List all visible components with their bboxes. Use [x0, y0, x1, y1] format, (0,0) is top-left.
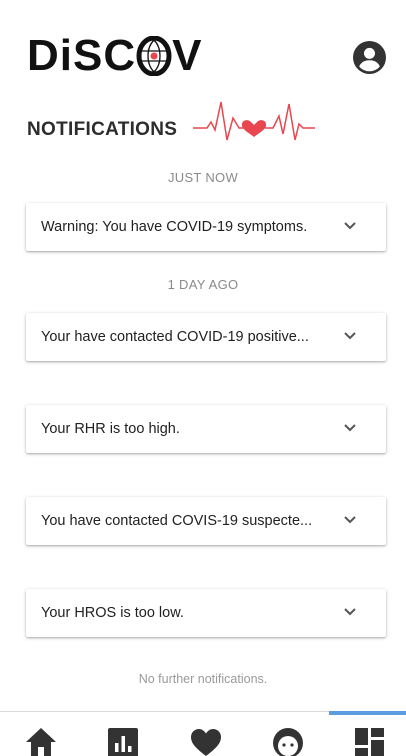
- notification-text: You have contacted COVIS-19 suspecte...: [41, 513, 313, 529]
- logo-globe-icon: [136, 36, 172, 76]
- title-row: NOTIFICATIONS: [27, 100, 387, 155]
- chevron-down-icon[interactable]: [342, 330, 358, 342]
- app-logo: DiSC V: [27, 33, 202, 79]
- logo-text-right: V: [172, 31, 203, 80]
- section-label-1-day-ago: 1 DAY AGO: [167, 277, 239, 292]
- chevron-down-icon[interactable]: [342, 422, 358, 434]
- notification-card[interactable]: Your HROS is too low.: [26, 589, 386, 637]
- bottom-nav: [0, 711, 406, 756]
- chevron-down-icon[interactable]: [342, 606, 358, 618]
- notification-text: Your have contacted COVID-19 positive...: [41, 329, 309, 345]
- section-label-just-now: JUST NOW: [167, 170, 239, 185]
- notification-text: Your HROS is too low.: [41, 605, 184, 621]
- home-icon[interactable]: [24, 726, 58, 756]
- no-further-notifications: No further notifications.: [138, 672, 268, 686]
- account-icon[interactable]: [353, 41, 386, 74]
- notification-card[interactable]: Warning: You have COVID-19 symptoms.: [26, 203, 386, 251]
- logo-text-left: DiSC: [27, 31, 137, 80]
- face-icon[interactable]: [271, 726, 305, 756]
- chevron-down-icon[interactable]: [342, 220, 358, 232]
- heartbeat-icon: [193, 101, 315, 141]
- bar-chart-icon[interactable]: [106, 726, 140, 756]
- notification-text: Warning: You have COVID-19 symptoms.: [41, 219, 308, 235]
- notification-text: Your RHR is too high.: [41, 421, 180, 437]
- nav-active-indicator: [329, 711, 406, 715]
- app-header: DiSC V: [0, 0, 406, 95]
- dashboard-icon[interactable]: [353, 726, 387, 756]
- notification-card[interactable]: You have contacted COVIS-19 suspecte...: [26, 497, 386, 545]
- heart-icon[interactable]: [189, 726, 223, 756]
- notification-card[interactable]: Your RHR is too high.: [26, 405, 386, 453]
- chevron-down-icon[interactable]: [342, 514, 358, 526]
- page-title: NOTIFICATIONS: [27, 119, 178, 140]
- notification-card[interactable]: Your have contacted COVID-19 positive...: [26, 313, 386, 361]
